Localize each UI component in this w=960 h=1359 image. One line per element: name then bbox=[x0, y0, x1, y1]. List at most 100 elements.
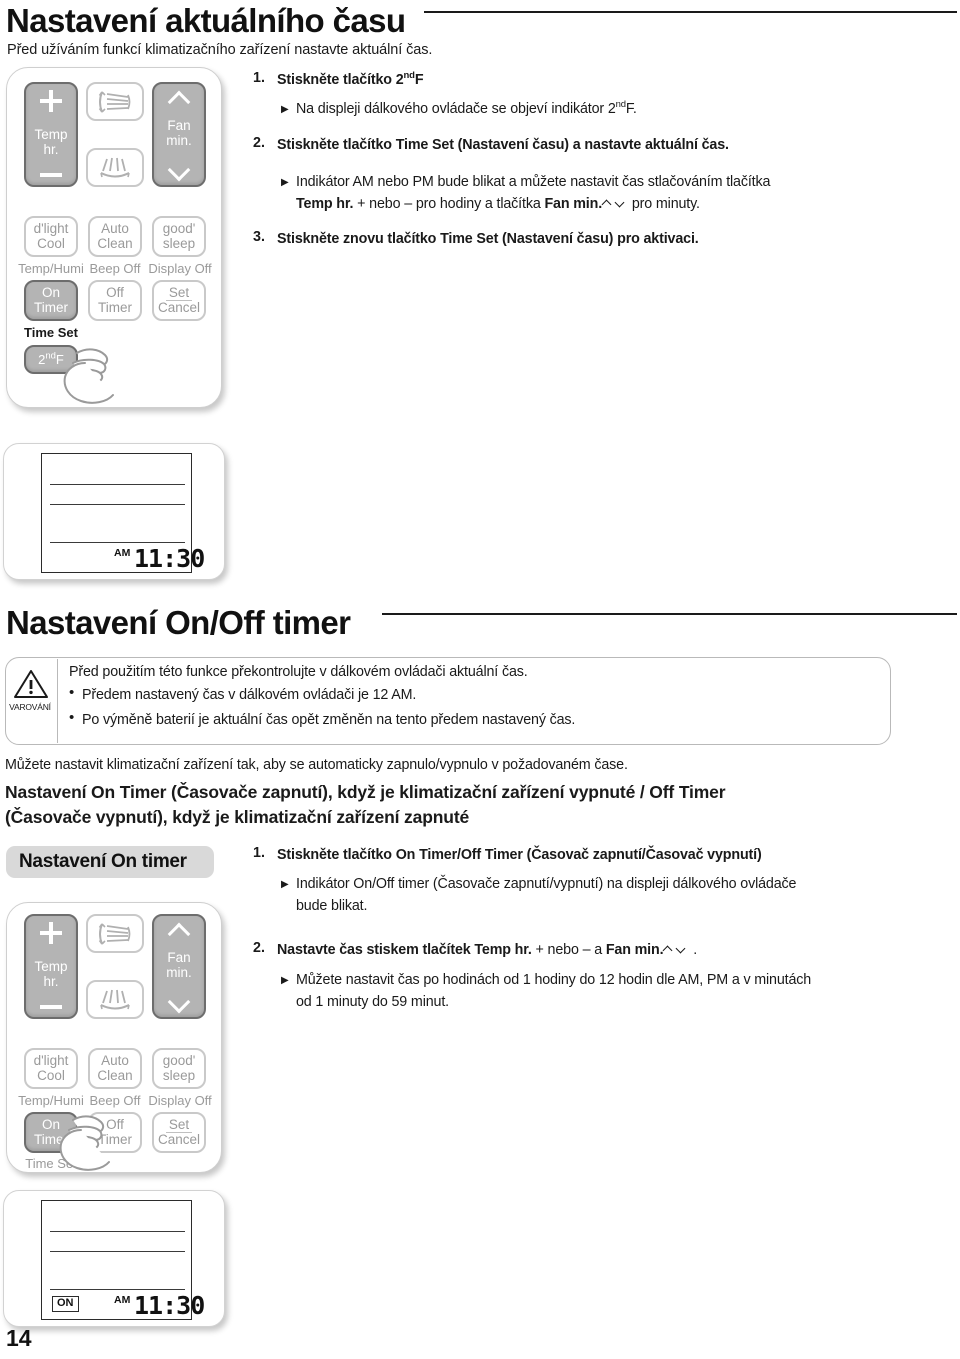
chevron-up-inline-icon bbox=[602, 199, 615, 209]
button-temp-hr-2[interactable]: Temp hr. bbox=[24, 914, 78, 1019]
button-temp-label-1: Temp bbox=[34, 127, 68, 143]
step2-1-bullet-marker: ▶ bbox=[281, 879, 289, 890]
step-2-number: 2. bbox=[253, 135, 265, 151]
step-1-bullet-text: Na displeji dálkového ovládače se objeví… bbox=[296, 99, 637, 117]
sublabel-beep-off-2: Beep Off bbox=[89, 1093, 141, 1108]
button-temp-label-2: hr. bbox=[43, 141, 59, 157]
step-3-number: 3. bbox=[253, 229, 265, 245]
warning-line-1: Před použitím této funkce překontrolujte… bbox=[69, 664, 528, 680]
lcd-line-3-b bbox=[50, 1289, 185, 1290]
button-setcancel-label-2: Cancel bbox=[157, 300, 201, 315]
section-2-intro: Můžete nastavit klimatizační zařízení ta… bbox=[5, 757, 628, 773]
step-1-text: Stiskněte tlačítko 2ndF bbox=[277, 70, 424, 88]
button-dlight-label-1: d'light bbox=[33, 221, 69, 237]
button-fan-label-2-b: min. bbox=[166, 964, 192, 980]
button-good-sleep[interactable]: good' sleep bbox=[152, 216, 206, 257]
sublabel-time-set: Time Set bbox=[24, 325, 78, 340]
on-timer-pill-badge: Nastavení On timer bbox=[6, 846, 214, 878]
button-fan-label-1: Fan bbox=[167, 118, 191, 134]
button-auto-clean-2[interactable]: Auto Clean bbox=[88, 1048, 142, 1089]
lcd-am-label: AM bbox=[114, 547, 131, 559]
button-setcancel-label-2-b: Cancel bbox=[157, 1132, 201, 1147]
button-auto-clean[interactable]: Auto Clean bbox=[88, 216, 142, 257]
vane-vertical-icon-2 bbox=[94, 919, 136, 949]
chevron-down-inline-icon-2 bbox=[676, 945, 689, 955]
button-autoclean-label-1: Auto bbox=[101, 221, 129, 237]
step2-2-bullet-line2: od 1 minuty do 59 minut. bbox=[296, 994, 449, 1010]
button-vane-horizontal-2[interactable] bbox=[86, 980, 144, 1019]
button-on-timer[interactable]: On Timer bbox=[24, 280, 78, 321]
lcd-screen-top: AM 11:30 bbox=[41, 453, 205, 573]
button-vane-horizontal[interactable] bbox=[86, 148, 144, 187]
minus-icon-2 bbox=[40, 1005, 62, 1009]
remote-control-top: Temp hr. Fan min. d'light Cool Temp/Humi… bbox=[6, 67, 222, 408]
lcd-line-1 bbox=[50, 484, 185, 485]
button-autoclean-label-2-b: Clean bbox=[97, 1067, 133, 1083]
button-temp-label-2-b: hr. bbox=[43, 973, 59, 989]
button-fan-min-2[interactable]: Fan min. bbox=[152, 914, 206, 1019]
button-on-timer-2[interactable]: On Timer bbox=[24, 1112, 78, 1153]
step-1-bullet-marker: ▶ bbox=[281, 104, 289, 115]
button-fan-min[interactable]: Fan min. bbox=[152, 82, 206, 187]
vane-horizontal-icon-2 bbox=[94, 985, 136, 1015]
sublabel-display-off-2: Display Off bbox=[148, 1093, 212, 1108]
step-2-bullet-line1: Indikátor AM nebo PM bude blikat a můžet… bbox=[296, 174, 771, 190]
sublabel-beep-off: Beep Off bbox=[89, 261, 141, 276]
lcd-am-label-b: AM bbox=[114, 1294, 131, 1306]
button-off-timer[interactable]: Off Timer bbox=[88, 280, 142, 321]
button-ontimer-label-2-b: Timer bbox=[34, 1131, 68, 1147]
title-rule-section-2 bbox=[382, 613, 957, 615]
plus-icon bbox=[40, 90, 62, 112]
button-good-sleep-2[interactable]: good' sleep bbox=[152, 1048, 206, 1089]
button-offtimer-label-1: Off bbox=[106, 285, 124, 301]
button-temp-label-1-b: Temp bbox=[34, 959, 68, 975]
button-fan-label-2: min. bbox=[166, 132, 192, 148]
button-dlight-label-1-b: d'light bbox=[33, 1053, 69, 1069]
warning-divider bbox=[57, 659, 58, 743]
lcd-screen-bottom: ON AM 11:30 bbox=[41, 1200, 205, 1320]
button-ontimer-label-1-b: On bbox=[41, 1117, 60, 1133]
warning-bullet-1: • bbox=[69, 684, 75, 701]
step-2-text: Stiskněte tlačítko Time Set (Nastavení č… bbox=[277, 137, 729, 153]
step-2-bullet-marker: ▶ bbox=[281, 177, 289, 188]
button-set-cancel-2[interactable]: Set Cancel bbox=[152, 1112, 206, 1153]
step2-1-text: Stiskněte tlačítko On Timer/Off Timer (Č… bbox=[277, 847, 762, 863]
chevron-up-icon bbox=[166, 90, 192, 103]
button-off-timer-2[interactable]: Off Timer bbox=[88, 1112, 142, 1153]
button-vane-vertical[interactable] bbox=[86, 82, 144, 121]
button-fan-label-1-b: Fan bbox=[167, 950, 191, 966]
button-ontimer-label-1: On bbox=[41, 285, 60, 301]
warning-bullet-2: • bbox=[69, 709, 75, 726]
minus-icon bbox=[40, 173, 62, 177]
section-2-heading-line-1: Nastavení On Timer (Časovače zapnutí), k… bbox=[5, 782, 726, 802]
sublabel-display-off: Display Off bbox=[148, 261, 212, 276]
vane-horizontal-icon bbox=[94, 153, 136, 183]
button-setcancel-label-1-b: Set bbox=[165, 1117, 193, 1133]
button-dlight-label-2: Cool bbox=[37, 235, 65, 251]
button-goodsleep-label-1: good' bbox=[162, 221, 196, 237]
lcd-line-2-b bbox=[50, 1251, 185, 1252]
button-ontimer-label-2: Timer bbox=[34, 299, 68, 315]
section-2-heading-line-2: (Časovače vypnutí), když je klimatizační… bbox=[5, 807, 470, 827]
button-second-f[interactable]: 2ndF bbox=[24, 345, 78, 374]
button-dlight-cool-2[interactable]: d'light Cool bbox=[24, 1048, 78, 1089]
remote-control-bottom: Temp hr. Fan min. d'light Cool Temp/Humi… bbox=[6, 902, 222, 1173]
button-vane-vertical-2[interactable] bbox=[86, 914, 144, 953]
button-dlight-cool[interactable]: d'light Cool bbox=[24, 216, 78, 257]
lcd-line-2 bbox=[50, 504, 185, 505]
step2-1-bullet-line1: Indikátor On/Off timer (Časovače zapnutí… bbox=[296, 876, 797, 892]
step2-2-bullet-line1: Můžete nastavit čas po hodinách od 1 hod… bbox=[296, 972, 812, 988]
button-set-cancel[interactable]: Set Cancel bbox=[152, 280, 206, 321]
step2-2-bullet-marker: ▶ bbox=[281, 975, 289, 986]
lcd-display-bottom: ON AM 11:30 bbox=[3, 1190, 225, 1327]
button-temp-hr[interactable]: Temp hr. bbox=[24, 82, 78, 187]
page-number: 14 bbox=[6, 1325, 32, 1351]
vane-vertical-icon bbox=[94, 87, 136, 117]
step-2-bullet-line2: Temp hr. + nebo – pro hodiny a tlačítka … bbox=[296, 196, 700, 212]
chevron-down-icon bbox=[166, 164, 192, 177]
lcd-time-value: 11:30 bbox=[134, 544, 205, 573]
button-autoclean-label-1-b: Auto bbox=[101, 1053, 129, 1069]
section-2-title: Nastavení On/Off timer bbox=[6, 604, 351, 641]
chevron-up-inline-icon-2 bbox=[663, 945, 676, 955]
chevron-up-icon-2 bbox=[166, 922, 192, 935]
